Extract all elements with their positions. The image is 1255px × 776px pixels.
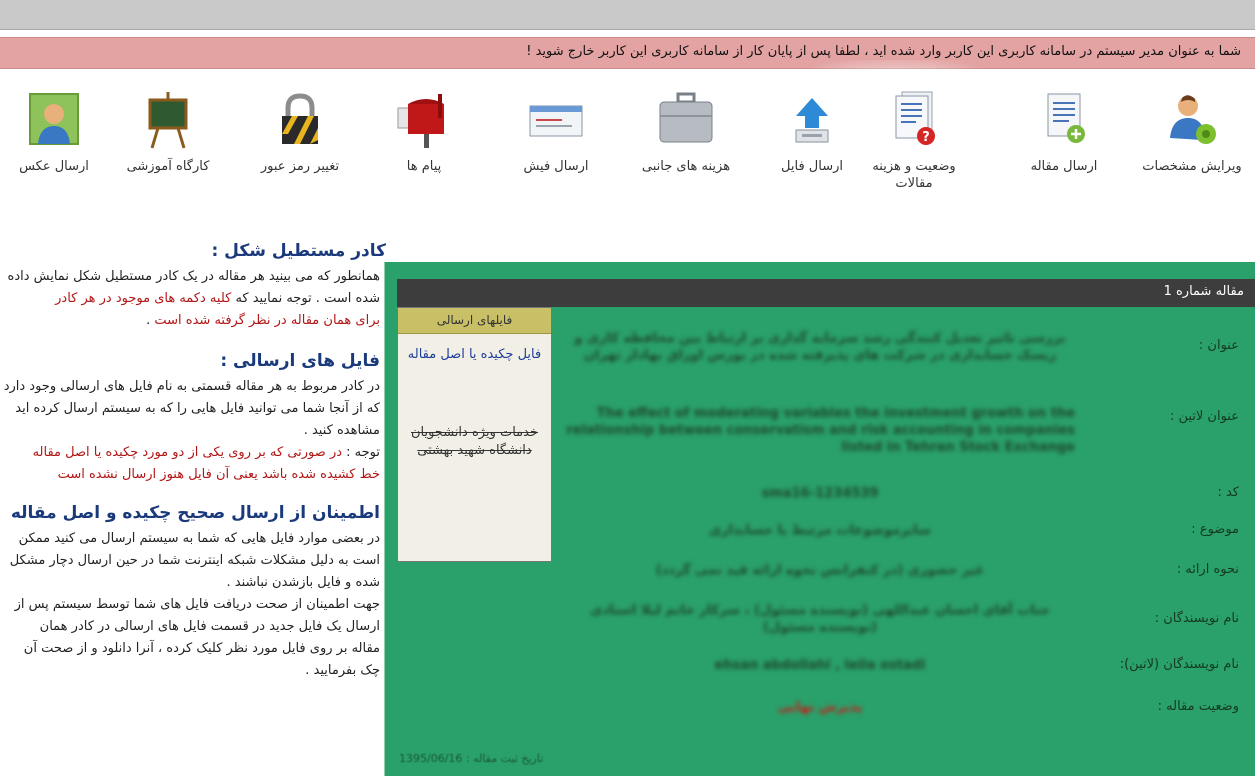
document-add-icon [1047,93,1085,143]
photo-icon [29,93,79,145]
admin-alert-banner: شما به عنوان مدیر سیستم در سامانه کاربری… [0,37,1255,69]
send-photo-label: ارسال عکس [19,159,89,174]
lock-icon [282,93,318,144]
article-status-button[interactable]: ? وضعیت و هزینه مقالات [862,88,966,218]
send-file-label: ارسال فایل [781,159,843,174]
extra-costs-button[interactable]: هزینه های جانبی [634,88,738,218]
help-text: مقاله بر روی فایل مورد نظر کلیک کرده ، آ… [23,641,380,656]
user-gear-icon [1170,95,1216,144]
receipt-icon [529,105,583,137]
help-text: خط کشیده شده باشد یعنی آن فایل هنوز ارسا… [57,467,380,482]
change-password-label: تغییر رمز عبور [260,159,340,174]
help-text: ارسال یک فایل جدید در قسمت فایل های ارسا… [39,619,380,634]
messages-label: پیام ها [406,159,442,174]
send-article-label: ارسال مقاله [1030,159,1098,174]
article-card-header: مقاله شماره 1 [397,279,1255,307]
special-services-item: خدمات ویژه دانشجویان دانشگاه شهید بهشتی [410,425,539,458]
help-text: شده و فایل بازشدن نباشند . [226,575,381,590]
abstract-file-link[interactable]: فایل چکیده یا اصل مقاله [398,346,551,364]
row-label: عنوان لاتین : [1169,409,1239,424]
row-label: کد : [1217,485,1239,500]
mailbox-icon [397,94,444,148]
row-value: بررسی تاثیر تعدیل کنندگی رشد سرمایه گذار… [574,331,1066,363]
help-text: برای همان مقاله در نظر گرفته شده است . [146,313,380,328]
help-text: چک بفرمایید . [305,663,380,678]
row-label: نام نویسندگان (لاتین): [1119,657,1239,672]
sent-files-box: فایلهای ارسالی فایل چکیده یا اصل مقاله خ… [397,307,552,562]
edit-profile-label: ویرایش مشخصات [1142,159,1242,174]
article-status-label: وضعیت و هزینه مقالات [872,159,956,191]
help-text: مشاهده کنید . [303,423,380,438]
row-label: موضوع : [1191,522,1239,537]
help-text: که از آنجا شما می توانید فایل هایی را که… [15,401,380,416]
article-card: مقاله شماره 1 فایلهای ارسالی فایل چکیده … [384,262,1255,776]
workshop-button[interactable]: کارگاه آموزشی [116,88,220,218]
help-heading-verify: اطمینان از ارسال صحیح چکیده و اصل مقاله [10,503,380,523]
send-file-button[interactable]: ارسال فایل [760,88,864,218]
row-label: وضعیت مقاله : [1157,699,1239,714]
row-value: پذیرش نهایی [777,700,863,715]
article-row-latin-title: عنوان لاتین : The effect of moderating v… [565,405,1255,461]
send-receipt-button[interactable]: ارسال فیش [504,88,608,218]
workshop-label: کارگاه آموزشی [126,159,210,174]
admin-alert-text: شما به عنوان مدیر سیستم در سامانه کاربری… [526,44,1241,59]
document-question-icon: ? [895,91,935,145]
article-row-title: عنوان : بررسی تاثیر تعدیل کنندگی رشد سرم… [565,330,1255,370]
help-text: در کادر مربوط به هر مقاله قسمتی به نام ف… [3,379,380,394]
suitcase-icon [659,92,713,143]
send-receipt-label: ارسال فیش [523,159,589,174]
row-value: The effect of moderating variables the i… [566,406,1075,455]
help-text: جهت اطمینان از صحت دریافت فایل های شما ت… [14,597,380,612]
row-value: سایرموضوعات مرتبط با حسابداری [709,523,931,538]
help-text: همانطور که می بینید هر مقاله در یک کادر … [7,269,380,284]
send-photo-button[interactable]: ارسال عکس [2,88,106,218]
easel-icon [148,92,188,149]
help-heading-sent-files: فایل های ارسالی : [220,351,380,371]
upload-icon [795,98,829,143]
svg-text:?: ? [922,130,930,145]
send-article-button[interactable]: ارسال مقاله [1012,88,1116,218]
help-text: توجه : در صورتی که بر روی یکی از دو مورد… [32,445,380,460]
edit-profile-button[interactable]: ویرایش مشخصات [1140,88,1244,218]
help-text: است به دلیل مشکلات شبکه اینترنت شما در ح… [9,553,380,568]
row-value: sma16-1234539 [761,486,879,501]
article-row-authors: نام نویسندگان : جناب آقای احسان عبداللهی… [565,602,1255,642]
messages-button[interactable]: پیام ها [372,88,476,218]
help-text: شده است . توجه نمایید که کلیه دکمه های م… [55,291,380,306]
main-toolbar: ویرایش مشخصات ارسال مقاله ? وضعیت و هزین… [0,78,1255,218]
row-label: نحوه ارائه : [1176,562,1239,577]
change-password-button[interactable]: تغییر رمز عبور [248,88,352,218]
row-value: ehsan abdollahi , leila ostadi [714,658,926,673]
help-heading-rect-box: کادر مستطیل شکل : [211,241,386,261]
help-text: در بعضی موارد فایل هایی که شما به سیستم … [18,531,380,546]
help-panel: کادر مستطیل شکل : همانطور که می بینید هر… [0,240,386,760]
sent-files-title: فایلهای ارسالی [398,308,551,334]
row-value: غیر حضوری (در کنفرانس نحوه ارائه قید نمی… [655,563,985,578]
browser-top-bar [0,0,1255,30]
extra-costs-label: هزینه های جانبی [641,159,731,174]
article-register-date: تاریخ ثبت مقاله : 1395/06/16 [399,752,544,765]
row-value: جناب آقای احسان عبداللهی (نویسنده مسئول)… [590,603,1050,635]
row-label: نام نویسندگان : [1154,611,1239,626]
row-label: عنوان : [1198,338,1239,353]
